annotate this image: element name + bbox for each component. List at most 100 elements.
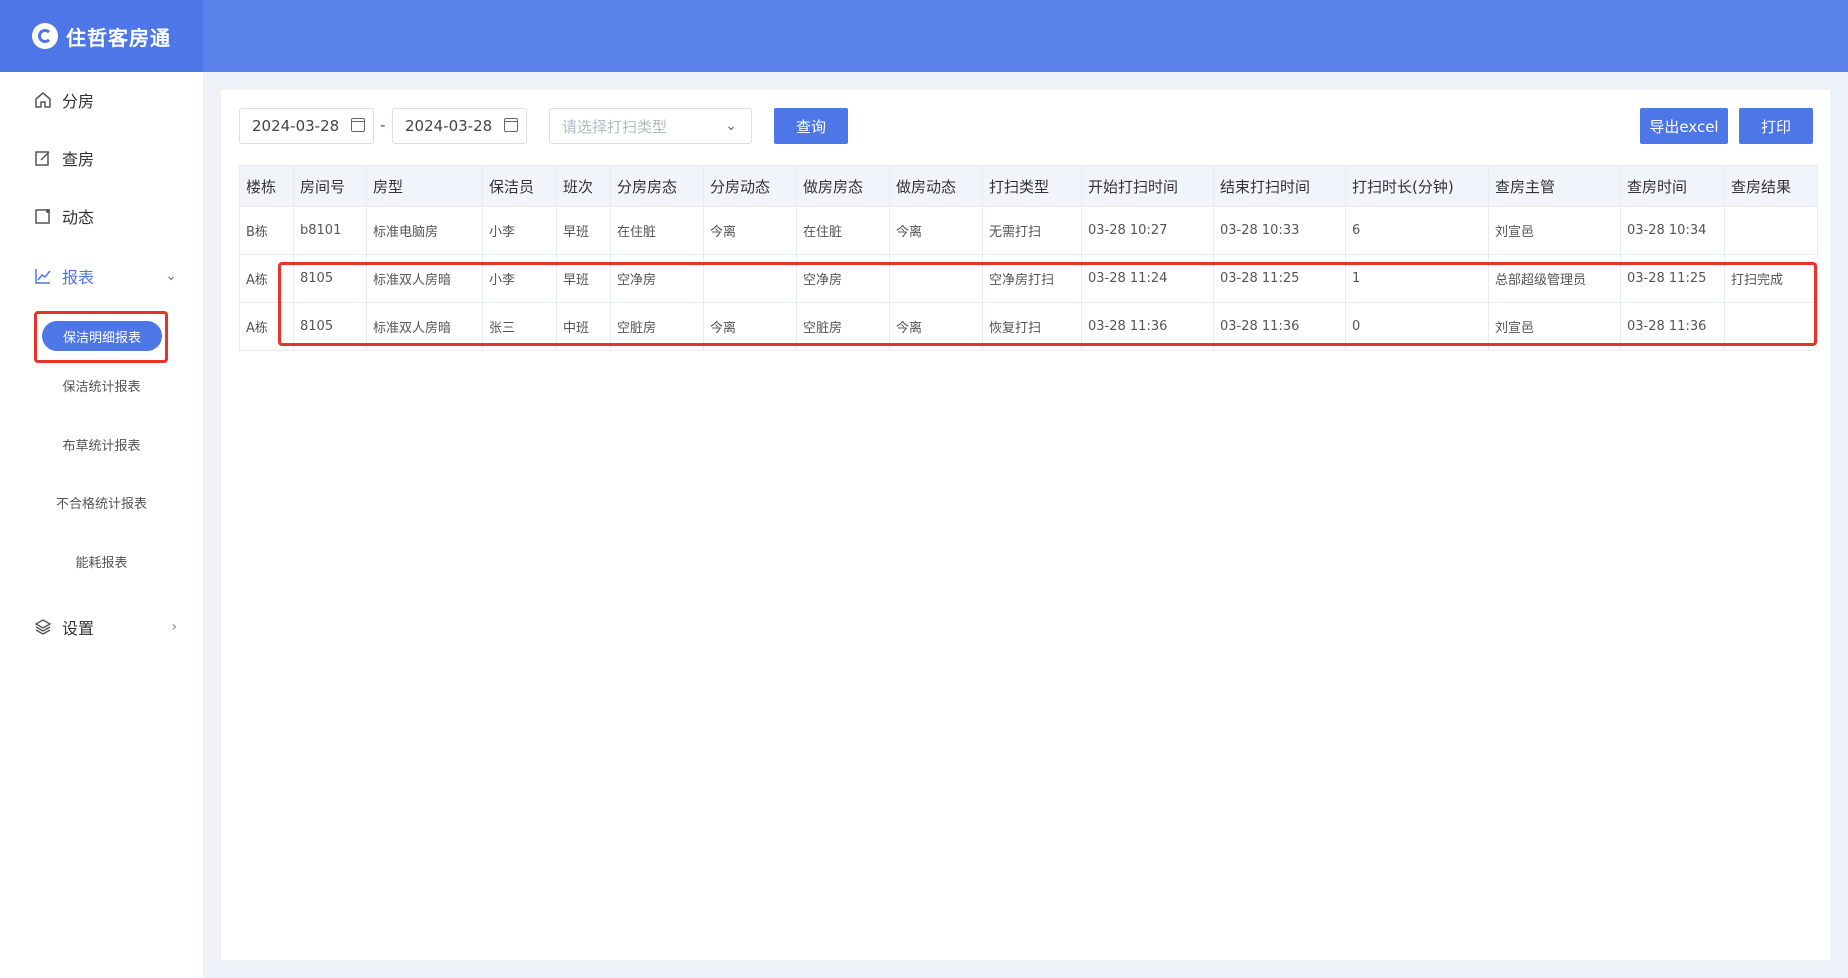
column-header: 开始打扫时间 — [1081, 165, 1214, 207]
table-cell: 03-28 10:27 — [1081, 206, 1214, 255]
table-header-row: 楼栋 房间号 房型 保洁员 班次 分房房态 分房动态 做房房态 做房动态 打扫类… — [239, 165, 1818, 207]
table-cell — [703, 254, 797, 303]
table-cell: 空净房 — [610, 254, 704, 303]
table-cell: A栋 — [239, 254, 294, 303]
table-cell: 6 — [1345, 206, 1489, 255]
sidebar-item-reports[interactable]: 报表 ⌄ — [0, 256, 203, 296]
table-cell: B栋 — [239, 206, 294, 255]
table-cell: 03-28 10:33 — [1213, 206, 1346, 255]
table-cell: 张三 — [482, 302, 557, 351]
start-date-value: 2024-03-28 — [252, 117, 340, 135]
sidebar-subitem-clean-detail[interactable]: 保洁明细报表 — [42, 321, 162, 351]
sidebar-subitem-clean-stats[interactable]: 保洁统计报表 — [0, 367, 203, 403]
table-cell: 03-28 11:24 — [1081, 254, 1214, 303]
column-header: 做房房态 — [796, 165, 890, 207]
column-header: 班次 — [556, 165, 611, 207]
chevron-right-icon: › — [171, 619, 177, 635]
table-row[interactable]: A栋 8105 标准双人房暗 小李 早班 空净房 空净房 空净房打扫 03-28… — [239, 254, 1818, 303]
table-row[interactable]: B栋 b8101 标准电脑房 小李 早班 在住脏 今离 在住脏 今离 无需打扫 … — [239, 206, 1818, 255]
date-separator: - — [380, 116, 386, 134]
table-cell: b8101 — [293, 206, 367, 255]
column-header: 查房结果 — [1724, 165, 1818, 207]
logo-icon — [32, 23, 58, 49]
column-header: 打扫时长(分钟) — [1345, 165, 1489, 207]
top-bar — [0, 0, 1848, 72]
sidebar-subitem-label: 保洁统计报表 — [62, 379, 141, 395]
table-cell: 恢复打扫 — [982, 302, 1082, 351]
column-header: 分房动态 — [703, 165, 797, 207]
sidebar-item-assign[interactable]: 分房 — [0, 80, 203, 120]
sidebar-subitem-linen-stats[interactable]: 布草统计报表 — [0, 426, 203, 462]
column-header: 分房房态 — [610, 165, 704, 207]
table-cell: 早班 — [556, 254, 611, 303]
clean-type-select[interactable]: 请选择打扫类型 ⌄ — [549, 108, 752, 144]
clean-detail-table: 楼栋 房间号 房型 保洁员 班次 分房房态 分房动态 做房房态 做房动态 打扫类… — [239, 165, 1818, 351]
sidebar-item-label: 报表 — [62, 268, 95, 287]
table-cell: 总部超级管理员 — [1488, 254, 1621, 303]
sidebar: 分房 查房 动态 报表 ⌄ 保洁统计报表 布草统计报表 不合格统计报表 能耗报表… — [0, 72, 203, 978]
table-cell: 早班 — [556, 206, 611, 255]
table-cell: 小李 — [482, 206, 557, 255]
chart-icon — [34, 267, 52, 285]
sidebar-subitem-label: 布草统计报表 — [62, 438, 141, 454]
home-icon — [34, 91, 52, 109]
print-button[interactable]: 打印 — [1739, 108, 1813, 144]
table-cell: 刘宣邑 — [1488, 206, 1621, 255]
table-cell: 03-28 11:36 — [1081, 302, 1214, 351]
column-header: 做房动态 — [889, 165, 983, 207]
calendar-icon — [351, 118, 365, 132]
sidebar-item-settings[interactable]: 设置 › — [0, 607, 203, 647]
app-title: 住哲客房通 — [66, 25, 171, 50]
edit-icon — [34, 149, 52, 167]
table-cell: 小李 — [482, 254, 557, 303]
table-cell — [1724, 302, 1818, 351]
sidebar-subitem-label: 保洁明细报表 — [62, 330, 141, 346]
table-cell: 1 — [1345, 254, 1489, 303]
column-header: 保洁员 — [482, 165, 557, 207]
sidebar-subitem-label: 能耗报表 — [75, 555, 128, 571]
column-header: 房间号 — [293, 165, 367, 207]
table-cell: 03-28 11:25 — [1213, 254, 1346, 303]
table-cell: 中班 — [556, 302, 611, 351]
table-cell: 03-28 11:25 — [1620, 254, 1725, 303]
end-date-input[interactable]: 2024-03-28 — [392, 108, 527, 144]
sidebar-item-label: 动态 — [62, 208, 95, 227]
sidebar-subitem-energy[interactable]: 能耗报表 — [0, 543, 203, 579]
column-header: 查房主管 — [1488, 165, 1621, 207]
column-header: 结束打扫时间 — [1213, 165, 1346, 207]
table-cell: 标准双人房暗 — [366, 302, 483, 351]
table-cell: 在住脏 — [796, 206, 890, 255]
table-cell: 标准双人房暗 — [366, 254, 483, 303]
column-header: 查房时间 — [1620, 165, 1725, 207]
table-cell: 今离 — [889, 302, 983, 351]
table-cell: 今离 — [703, 302, 797, 351]
end-date-value: 2024-03-28 — [405, 117, 493, 135]
table-cell: 空净房 — [796, 254, 890, 303]
layers-icon — [34, 618, 52, 636]
table-row[interactable]: A栋 8105 标准双人房暗 张三 中班 空脏房 今离 空脏房 今离 恢复打扫 … — [239, 302, 1818, 351]
sidebar-subitem-unqualified-stats[interactable]: 不合格统计报表 — [0, 484, 203, 520]
table-cell — [1724, 206, 1818, 255]
brand: 住哲客房通 — [0, 0, 203, 72]
start-date-input[interactable]: 2024-03-28 — [239, 108, 374, 144]
clean-type-placeholder: 请选择打扫类型 — [562, 117, 668, 136]
sidebar-item-inspect[interactable]: 查房 — [0, 138, 203, 178]
table-cell: 8105 — [293, 254, 367, 303]
table-cell: 空净房打扫 — [982, 254, 1082, 303]
table-cell: 刘宣邑 — [1488, 302, 1621, 351]
table-cell: A栋 — [239, 302, 294, 351]
calendar-icon — [504, 118, 518, 132]
sidebar-item-dynamic[interactable]: 动态 — [0, 196, 203, 236]
query-button[interactable]: 查询 — [774, 108, 848, 144]
table-cell — [889, 254, 983, 303]
column-header: 房型 — [366, 165, 483, 207]
table-cell: 打扫完成 — [1724, 254, 1818, 303]
dynamic-icon — [34, 207, 52, 225]
sidebar-subitem-label: 不合格统计报表 — [55, 496, 147, 512]
export-excel-button[interactable]: 导出excel — [1640, 108, 1728, 144]
column-header: 打扫类型 — [982, 165, 1082, 207]
table-cell: 在住脏 — [610, 206, 704, 255]
table-cell: 空脏房 — [610, 302, 704, 351]
column-header: 楼栋 — [239, 165, 294, 207]
table-cell: 03-28 10:34 — [1620, 206, 1725, 255]
